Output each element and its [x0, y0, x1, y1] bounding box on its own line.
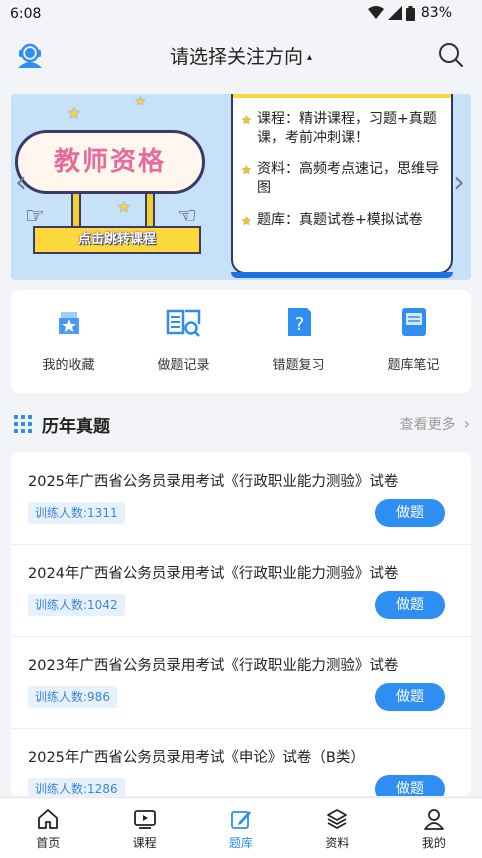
star-bullet-icon: ★ [241, 113, 252, 127]
battery-icon [405, 5, 415, 21]
layers-icon [327, 809, 348, 829]
bottom-tab-bar: 首页 课程 题库 资料 我的 [0, 797, 482, 858]
chevron-left-icon[interactable]: ‹ [15, 168, 27, 198]
trainee-count-badge: 训练人数:1286 [28, 778, 125, 796]
tab-label: 资料 [325, 836, 350, 850]
tab-materials[interactable]: 资料 [289, 798, 385, 858]
quick-action-label: 我的收藏 [42, 358, 95, 373]
view-more-link[interactable]: 查看更多 › [400, 414, 470, 434]
chevron-right-icon[interactable]: › [453, 168, 465, 198]
quick-action-label: 做题记录 [157, 358, 210, 373]
status-bar: 6:08 83% [0, 0, 482, 28]
caret-up-icon: ▴ [306, 52, 313, 63]
tab-label: 题库 [229, 836, 254, 850]
practice-button[interactable]: 做题 [375, 775, 445, 796]
tab-home[interactable]: 首页 [0, 798, 96, 858]
tab-courses[interactable]: 课程 [96, 798, 192, 858]
quick-action-practice-record[interactable]: 做题记录 [126, 290, 241, 393]
practice-button[interactable]: 做题 [375, 591, 445, 619]
quick-action-label: 题库笔记 [387, 358, 440, 373]
trainee-count-badge: 训练人数:1042 [28, 594, 125, 616]
quick-action-label: 错题复习 [272, 358, 325, 373]
status-icons: 83% [367, 5, 452, 21]
banner-cta[interactable]: 点击跳转课程 [33, 226, 201, 254]
wifi-icon [367, 6, 384, 19]
app-header: 请选择关注方向 ▴ [0, 28, 482, 84]
exam-list: 2025年广西省公务员录用考试《行政职业能力测验》试卷 训练人数:1311 做题… [11, 452, 471, 796]
battery-level: 83% [420, 5, 452, 21]
svg-text:?: ? [294, 314, 304, 335]
quick-actions: 我的收藏 做题记录 ? 错题复习 题库笔记 [11, 290, 471, 393]
practice-button[interactable]: 做题 [375, 683, 445, 711]
quick-action-favorites[interactable]: 我的收藏 [11, 290, 126, 393]
practice-record-icon [166, 309, 200, 337]
star-icon: ★ [67, 104, 81, 122]
tab-label: 课程 [132, 836, 157, 850]
chevron-right-icon: › [463, 414, 470, 433]
exam-title: 2023年广西省公务员录用考试《行政职业能力测验》试卷 [28, 658, 399, 674]
exam-card[interactable]: 2024年广西省公务员录用考试《行政职业能力测验》试卷 训练人数:1042 做题 [11, 544, 471, 637]
star-icon: ★ [135, 94, 146, 108]
tab-question-bank[interactable]: 题库 [193, 798, 289, 858]
edit-icon [231, 811, 252, 829]
banner-info-panel: ★ 课程：精讲课程，习题+真题课，考前冲刺课！ ★ 资料：高频考点速记，思维导图… [231, 94, 453, 278]
favorites-icon [58, 312, 79, 334]
panel-bottom-stripe [231, 272, 453, 278]
tab-label: 首页 [36, 836, 61, 850]
direction-selector[interactable]: 请选择关注方向 ▴ [0, 42, 482, 69]
exam-title: 2025年广西省公务员录用考试《申论》试卷（B类） [28, 750, 365, 766]
section-title: 历年真题 [42, 417, 110, 437]
exam-title: 2024年广西省公务员录用考试《行政职业能力测验》试卷 [28, 566, 399, 582]
cellular-icon [387, 6, 402, 20]
panel-top-bar [233, 94, 451, 98]
practice-button[interactable]: 做题 [375, 499, 445, 527]
quick-action-wrong-questions[interactable]: ? 错题复习 [241, 290, 356, 393]
quick-action-notes[interactable]: 题库笔记 [356, 290, 471, 393]
play-icon [133, 810, 156, 829]
banner-info-item: ★ 资料：高频考点速记，思维导图 [241, 161, 439, 196]
home-icon [38, 809, 59, 829]
star-bullet-icon: ★ [241, 214, 252, 228]
user-icon [423, 809, 444, 830]
status-time: 6:08 [10, 6, 42, 22]
exam-card[interactable]: 2025年广西省公务员录用考试《申论》试卷（B类） 训练人数:1286 做题 [11, 728, 471, 796]
tab-profile[interactable]: 我的 [386, 798, 482, 858]
star-icon: ★ [117, 198, 131, 216]
past-papers-header: 历年真题 查看更多 › [0, 405, 482, 441]
sign-post [71, 194, 81, 228]
star-bullet-icon: ★ [241, 163, 252, 177]
banner-badge-title: 教师资格 [15, 130, 205, 194]
exam-title: 2025年广西省公务员录用考试《行政职业能力测验》试卷 [28, 474, 399, 490]
trainee-count-badge: 训练人数:1311 [28, 502, 125, 524]
banner-info-item: ★ 课程：精讲课程，习题+真题课，考前冲刺课！ [241, 111, 437, 146]
exam-card[interactable]: 2023年广西省公务员录用考试《行政职业能力测验》试卷 训练人数:986 做题 [11, 636, 471, 729]
wrong-question-icon: ? [287, 308, 311, 336]
tab-label: 我的 [421, 836, 446, 850]
promo-banner[interactable]: ★ ★ ★ 教师资格 ☞ ☜ 点击跳转课程 ★ 课程：精讲课程，习题+真题课，考… [11, 94, 471, 280]
exam-card[interactable]: 2025年广西省公务员录用考试《行政职业能力测验》试卷 训练人数:1311 做题 [11, 452, 471, 545]
page-title: 请选择关注方向 [169, 46, 303, 68]
banner-info-item: ★ 题库：真题试卷+模拟试卷 [241, 211, 443, 230]
grid-icon [14, 415, 32, 433]
trainee-count-badge: 训练人数:986 [28, 686, 117, 708]
sign-post [145, 194, 155, 228]
notes-icon [401, 308, 426, 336]
search-icon[interactable] [438, 42, 464, 68]
